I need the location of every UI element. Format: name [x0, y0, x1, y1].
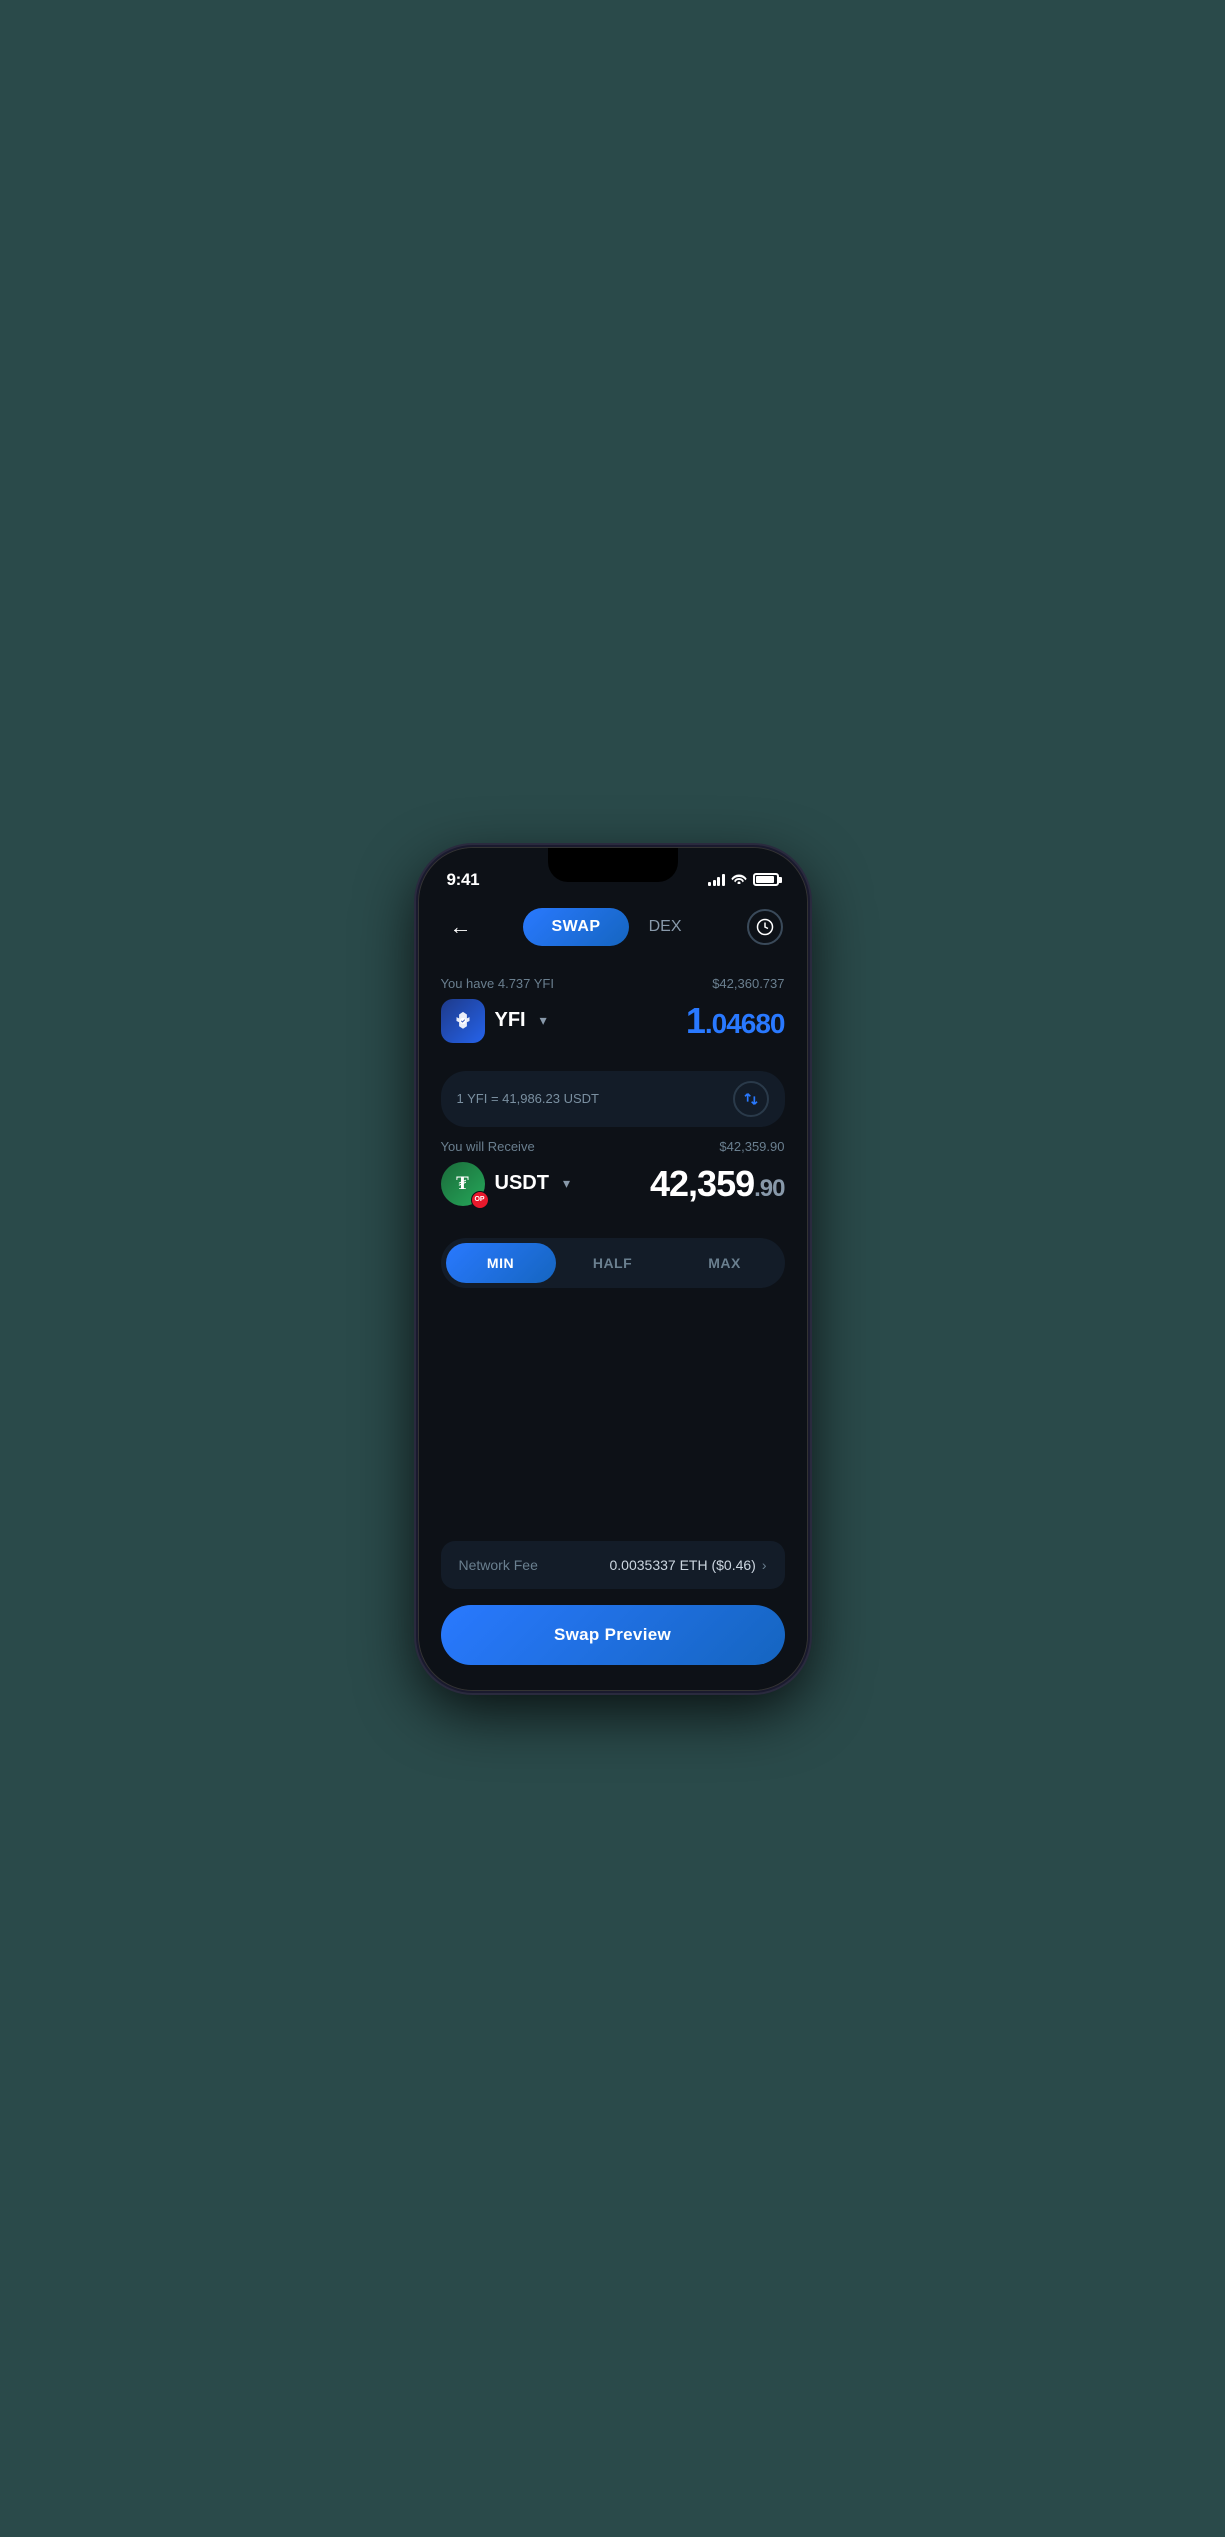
from-amount-decimal: .04680	[705, 1008, 785, 1039]
network-fee-section[interactable]: Network Fee 0.0035337 ETH ($0.46) ›	[441, 1541, 785, 1589]
main-content: You have 4.737 YFI $42,360.737 YFI	[419, 961, 807, 1690]
receive-label: You will Receive	[441, 1139, 535, 1154]
tab-dex[interactable]: DEX	[629, 908, 702, 946]
nav-tabs: SWAP DEX	[523, 908, 701, 946]
usdt-token-icon: ₮ OP	[441, 1162, 485, 1206]
exchange-rate-text: 1 YFI = 41,986.23 USDT	[457, 1091, 599, 1106]
receive-usd: $42,359.90	[719, 1139, 784, 1154]
exchange-rate-row: 1 YFI = 41,986.23 USDT	[441, 1071, 785, 1127]
network-fee-amount: 0.0035337 ETH ($0.46)	[610, 1557, 756, 1573]
battery-icon	[753, 873, 779, 886]
tab-swap[interactable]: SWAP	[523, 908, 628, 946]
half-button[interactable]: HALF	[558, 1243, 668, 1283]
network-fee-label: Network Fee	[459, 1557, 538, 1573]
status-time: 9:41	[447, 870, 480, 890]
history-icon	[756, 918, 774, 936]
from-balance-label: You have 4.737 YFI	[441, 976, 554, 991]
op-badge: OP	[471, 1191, 489, 1209]
to-token-name: USDT	[495, 1172, 549, 1195]
phone-screen: 9:41 ←	[419, 848, 807, 1690]
to-token-row: ₮ OP USDT ▾ 42,359.90	[441, 1162, 785, 1206]
from-balance-usd: $42,360.737	[712, 976, 784, 991]
to-section: You will Receive $42,359.90 ₮ OP USDT ▾ …	[441, 1139, 785, 1214]
receive-amount-whole: 42,359	[650, 1163, 754, 1204]
content-spacer	[441, 1296, 785, 1541]
balance-row: You have 4.737 YFI $42,360.737	[441, 976, 785, 991]
from-amount[interactable]: 1.04680	[686, 1000, 785, 1042]
to-token-selector[interactable]: ₮ OP USDT ▾	[441, 1162, 570, 1206]
swap-arrows-icon	[743, 1091, 759, 1107]
to-token-chevron-icon: ▾	[563, 1175, 570, 1192]
signal-bars-icon	[708, 874, 725, 886]
from-section: You have 4.737 YFI $42,360.737 YFI	[441, 976, 785, 1051]
nav-bar: ← SWAP DEX	[419, 898, 807, 961]
from-token-name: YFI	[495, 1009, 526, 1032]
from-token-chevron-icon: ▾	[540, 1012, 547, 1029]
receive-amount-decimal: .90	[754, 1175, 784, 1202]
amount-buttons: MIN HALF MAX	[441, 1238, 785, 1288]
network-fee-chevron-icon: ›	[762, 1557, 767, 1573]
from-token-row: YFI ▾ 1.04680	[441, 999, 785, 1043]
receive-row: You will Receive $42,359.90	[441, 1139, 785, 1154]
yfi-logo	[450, 1008, 476, 1034]
from-token-selector[interactable]: YFI ▾	[441, 999, 547, 1043]
receive-amount: 42,359.90	[650, 1163, 784, 1205]
notch	[548, 848, 678, 882]
swap-direction-button[interactable]	[733, 1081, 769, 1117]
phone-frame: 9:41 ←	[418, 847, 808, 1691]
back-button[interactable]: ←	[443, 909, 479, 945]
status-icons	[708, 872, 779, 887]
from-amount-whole: 1	[686, 1000, 705, 1041]
min-button[interactable]: MIN	[446, 1243, 556, 1283]
max-button[interactable]: MAX	[670, 1243, 780, 1283]
wifi-icon	[731, 872, 747, 887]
back-arrow-icon: ←	[450, 914, 472, 940]
history-button[interactable]	[747, 909, 783, 945]
network-fee-value: 0.0035337 ETH ($0.46) ›	[610, 1557, 767, 1573]
yfi-token-icon	[441, 999, 485, 1043]
swap-preview-button[interactable]: Swap Preview	[441, 1605, 785, 1665]
